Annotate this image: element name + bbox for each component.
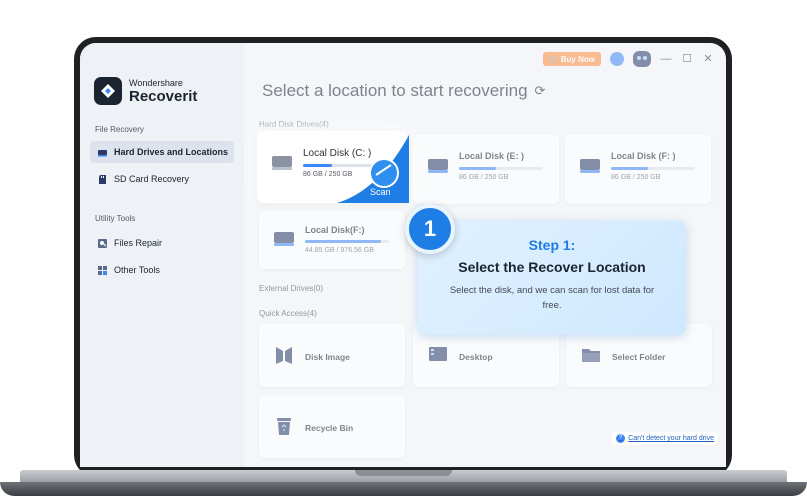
buy-now-label: Buy Now: [560, 54, 595, 64]
disk-image-icon: [276, 347, 292, 364]
maximize-button[interactable]: ☐: [681, 53, 693, 65]
page-title-text: Select a location to start recovering: [262, 81, 528, 100]
step-badge: 1: [405, 204, 455, 254]
disk-size: 86 GB / 250 GB: [459, 174, 509, 181]
hard-drive-icon: [428, 159, 448, 173]
main-panel: 🛒 Buy Now — ☐ ✕ Select a location to sta…: [244, 43, 726, 467]
step-title: Select the Recover Location: [458, 259, 646, 275]
disk-card-f[interactable]: Local Disk (F: ) 86 GB / 250 GB: [565, 134, 711, 204]
sidebar-item-label: SD Card Recovery: [114, 174, 190, 184]
hard-drive-icon: [98, 149, 107, 156]
help-link[interactable]: ? Can't detect your hard drive: [612, 432, 718, 445]
quick-access-heading: Quick Access(4): [259, 309, 317, 318]
title-bar: 🛒 Buy Now — ☐ ✕: [542, 51, 714, 67]
hard-drive-icon: [272, 156, 292, 170]
refresh-icon[interactable]: ⟳: [535, 83, 546, 99]
sidebar-item-other-tools[interactable]: Other Tools: [90, 259, 234, 281]
app-window: Wondershare Recoverit File Recovery Hard…: [80, 43, 726, 467]
sidebar-item-label: Hard Drives and Locations: [114, 147, 229, 157]
quick-access-label: Disk Image: [305, 352, 350, 362]
close-button[interactable]: ✕: [702, 53, 714, 65]
sidebar-item-files-repair[interactable]: Files Repair: [90, 232, 234, 254]
sidebar: Wondershare Recoverit File Recovery Hard…: [80, 43, 244, 467]
utility-tools-heading: Utility Tools: [95, 214, 136, 223]
quick-access-label: Select Folder: [612, 352, 666, 362]
step-description: Select the disk, and we can scan for los…: [449, 285, 655, 311]
disk-usage-fill: [305, 240, 381, 243]
scan-button[interactable]: Scan: [370, 187, 391, 197]
buy-now-button[interactable]: 🛒 Buy Now: [542, 52, 601, 66]
disk-card-e[interactable]: Local Disk (E: ) 86 GB / 250 GB: [413, 134, 559, 204]
tutorial-step-box: Step 1: Select the Recover Location Sele…: [418, 221, 686, 335]
quick-access-disk-image[interactable]: Disk Image: [259, 324, 405, 387]
step-number: Step 1:: [528, 237, 576, 253]
external-drives-heading: External Drives(0): [259, 284, 324, 293]
quick-access-label: Recycle Bin: [305, 423, 354, 433]
file-recovery-heading: File Recovery: [95, 125, 144, 134]
sd-card-icon: [99, 174, 106, 184]
folder-icon: [582, 349, 600, 362]
disk-usage-fill: [611, 167, 648, 170]
assistant-bot-icon[interactable]: [633, 51, 651, 67]
sidebar-item-label: Other Tools: [114, 265, 160, 275]
disk-name: Local Disk (F: ): [611, 151, 676, 161]
grid-tools-icon: [98, 265, 107, 275]
recoverit-logo-icon: [94, 77, 122, 105]
disk-size: 86 GB / 250 GB: [611, 174, 661, 181]
help-link-text: Can't detect your hard drive: [628, 435, 714, 442]
disk-usage-bar: [305, 240, 389, 243]
file-repair-icon: [98, 238, 107, 248]
laptop-base: [0, 470, 807, 499]
disk-usage-fill: [459, 167, 496, 170]
desktop-icon: [429, 347, 447, 361]
sidebar-item-sd-card[interactable]: SD Card Recovery: [90, 168, 234, 190]
quick-access-label: Desktop: [459, 352, 493, 362]
disk-name: Local Disk (E: ): [459, 151, 525, 161]
hard-drive-icon: [274, 232, 294, 246]
sidebar-item-label: Files Repair: [114, 238, 163, 248]
brand-main: Recoverit: [129, 87, 198, 105]
laptop-base-bottom: [0, 482, 807, 496]
app-logo: Wondershare Recoverit: [94, 77, 197, 105]
hard-drive-icon: [580, 159, 600, 173]
minimize-button[interactable]: —: [660, 53, 672, 65]
account-avatar[interactable]: [610, 52, 624, 66]
page-title: Select a location to start recovering ⟳: [262, 81, 545, 101]
sidebar-item-hard-drives[interactable]: Hard Drives and Locations: [90, 141, 234, 163]
laptop-notch: [355, 470, 452, 476]
disk-usage-bar: [459, 167, 543, 170]
disk-usage-bar: [611, 167, 695, 170]
recycle-bin-icon: [277, 418, 291, 435]
brand-sub: Wondershare: [129, 77, 183, 88]
scan-ribbon: [337, 135, 409, 203]
disk-name: Local Disk(F:): [305, 225, 365, 235]
hard-disk-drives-heading: Hard Disk Drives(4): [259, 120, 329, 129]
quick-access-recycle-bin[interactable]: Recycle Bin: [259, 395, 405, 458]
disk-usage-fill: [303, 164, 332, 167]
disk-card-f2[interactable]: Local Disk(F:) 44.85 GB / 976.56 GB: [259, 211, 405, 269]
help-icon: ?: [616, 434, 626, 443]
disk-size: 44.85 GB / 976.56 GB: [305, 247, 374, 254]
